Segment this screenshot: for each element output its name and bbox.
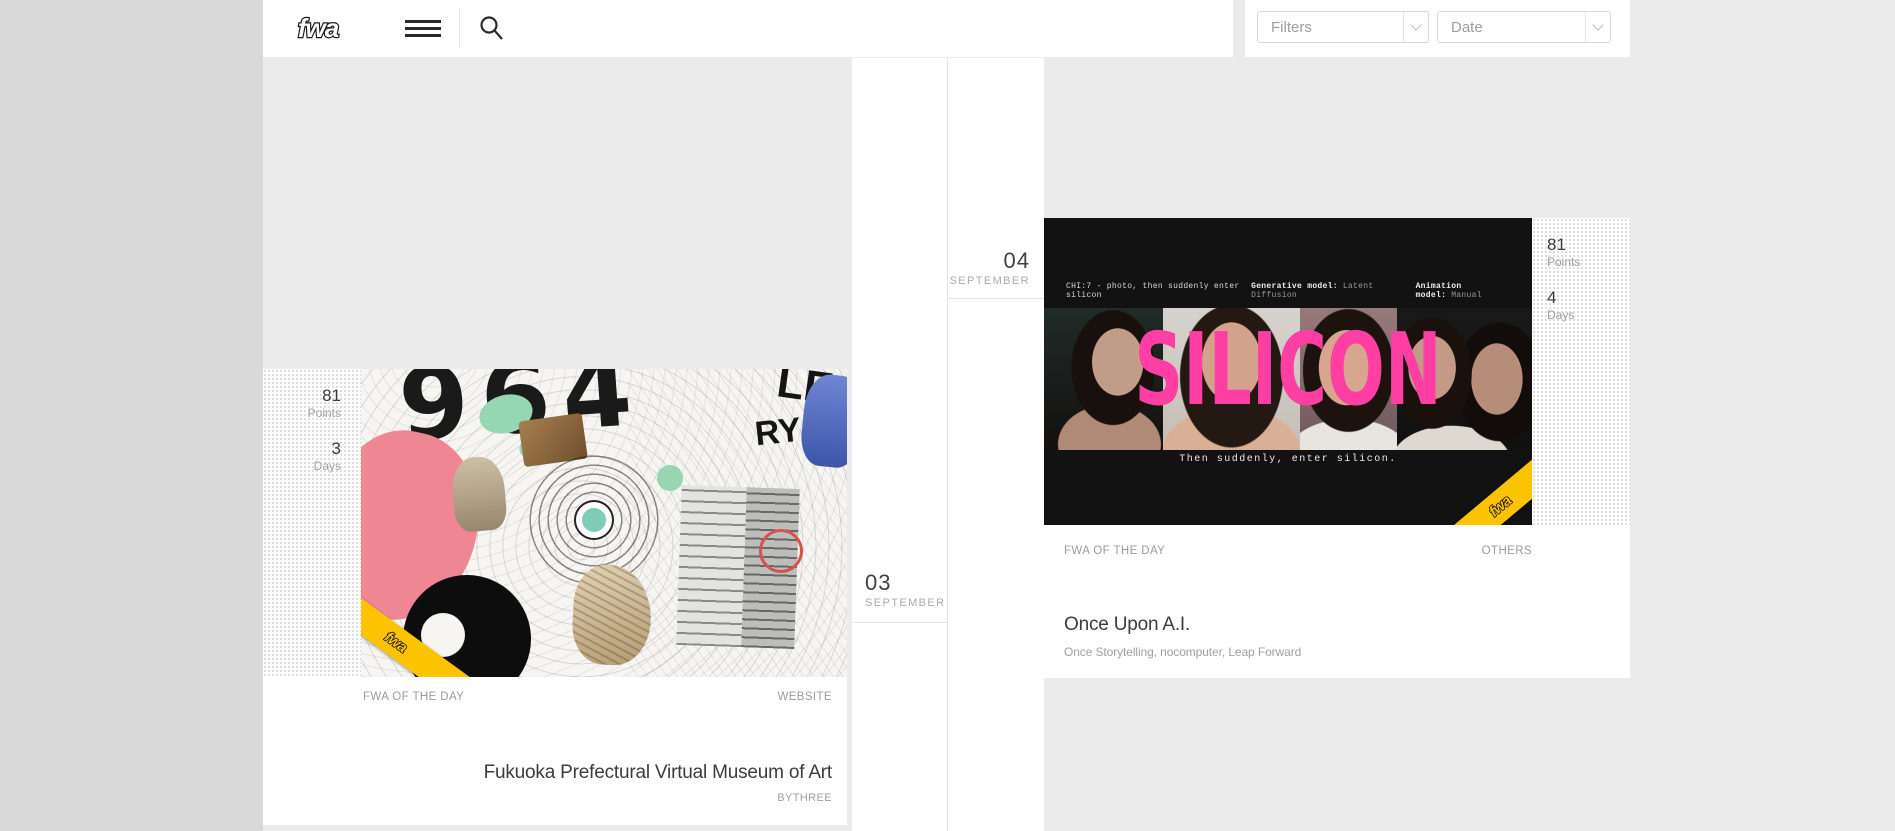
date-dropdown-label: Date [1451,18,1483,36]
screen-caption-left: CHI:7 - photo, then suddenly enter silic… [1066,282,1240,300]
left-margin-strip [0,0,263,831]
card-stats: 81 Points 3 Days [263,369,361,677]
header-divider [459,8,460,49]
screen-tagline: Then suddenly, enter silicon. [1179,454,1397,465]
date-month: SEPTEMBER [865,597,946,609]
date-dropdown[interactable]: Date [1437,11,1611,43]
search-icon[interactable] [479,15,505,43]
date-caret[interactable] [1585,12,1610,42]
award-card-fukuoka[interactable]: 81 Points 3 Days 964 LE RY [263,369,847,825]
filters-caret[interactable] [1403,12,1428,42]
header-bar-right: Filters Date [1245,0,1630,58]
fwa-timeline-page: 04 SEPTEMBER 03 SEPTEMBER fwa Filters Da… [0,0,1895,831]
caption-value: Manual [1451,291,1482,300]
badge-category: OTHERS [1481,545,1532,557]
card-thumbnail-collage[interactable]: 964 LE RY fwa [361,369,847,677]
points-label: Points [1547,255,1581,269]
days-label: Days [313,459,341,473]
filters-dropdown-label: Filters [1271,18,1312,36]
fwa-ribbon-logo: fwa [381,629,410,657]
card-author[interactable]: Once Storytelling, nocomputer, Leap Forw… [1064,645,1301,659]
timeline-divider-03 [852,622,947,623]
days-value: 3 [331,439,341,458]
points-label: Points [307,406,341,420]
card-badges-row: FWA OF THE DAY WEBSITE [363,691,832,703]
timeline-spine [947,57,948,831]
collage-spiral-center [576,502,612,538]
collage-letters: RY [753,410,803,454]
card-badges-row: FWA OF THE DAY OTHERS [1064,545,1532,557]
screen-caption-right: Generative model: Latent Diffusion Animat… [1251,282,1516,300]
collage-red-ring [759,529,803,573]
animation-model-caption: Animation model: Manual [1416,282,1516,300]
fwa-logo-text: fwa [298,13,339,43]
fwa-logo[interactable]: fwa [283,12,353,48]
chevron-down-icon [1592,19,1604,31]
header-bar-left: fwa [263,0,1233,58]
filters-dropdown[interactable]: Filters [1257,11,1429,43]
card-thumbnail-screen[interactable]: CHI:7 - photo, then suddenly enter silic… [1044,218,1532,525]
badge-fwa-of-the-day: FWA OF THE DAY [363,691,465,703]
badge-fwa-of-the-day: FWA OF THE DAY [1064,545,1166,557]
date-badge-03: 03 SEPTEMBER [865,572,945,609]
award-card-once-upon-ai[interactable]: CHI:7 - photo, then suddenly enter silic… [1044,218,1630,678]
days-value: 4 [1547,288,1557,307]
collage-spiral [529,455,659,585]
screen-caption-bar: CHI:7 - photo, then suddenly enter silic… [1044,282,1532,300]
points-value: 81 [322,386,341,405]
date-day: 04 [1003,248,1030,273]
days-label: Days [1547,308,1575,322]
caption-label: Generative model: [1251,282,1338,291]
card-stats: 81 Points 4 Days [1532,218,1630,525]
menu-icon[interactable] [405,20,441,37]
points-value: 81 [1547,235,1566,254]
date-month: SEPTEMBER [949,275,1030,287]
card-title[interactable]: Once Upon A.I. [1064,614,1190,636]
date-day: 03 [865,570,892,595]
generative-model-caption: Generative model: Latent Diffusion [1251,282,1399,300]
card-author[interactable]: BYTHREE [777,792,832,804]
chevron-down-icon [1410,19,1422,31]
screen-big-title: SILICON [1134,311,1442,428]
badge-category: WEBSITE [777,691,832,703]
date-badge-04: 04 SEPTEMBER [950,250,1030,287]
collage-mint-shape [657,465,683,491]
fwa-ribbon-logo: fwa [1486,492,1515,520]
timeline-gutter: 04 SEPTEMBER 03 SEPTEMBER [852,57,1044,831]
card-title[interactable]: Fukuoka Prefectural Virtual Museum of Ar… [484,762,833,784]
timeline-divider-04 [948,298,1044,299]
